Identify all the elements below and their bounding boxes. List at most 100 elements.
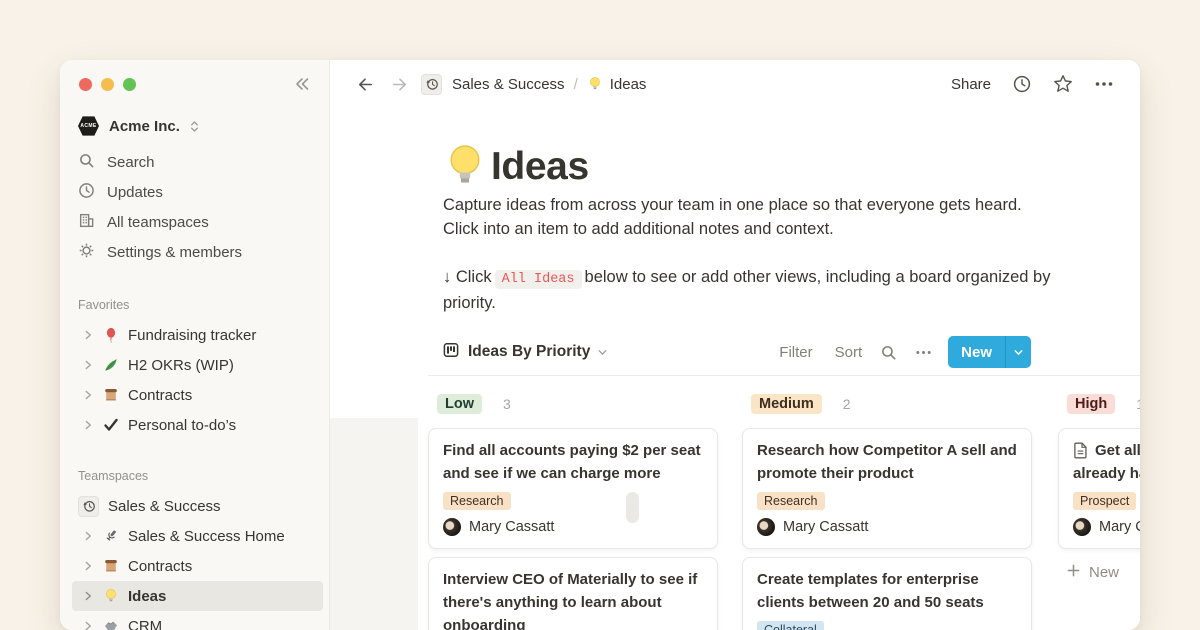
view-selector[interactable]: Ideas By Priority xyxy=(443,342,608,363)
collapse-sidebar-icon[interactable] xyxy=(291,74,311,98)
sidebar-item-ideas[interactable]: Ideas xyxy=(72,581,323,611)
page-title: Ideas xyxy=(491,144,589,190)
lightbulb-emoji xyxy=(102,588,120,604)
sidebar-item-crm[interactable]: CRM xyxy=(72,611,323,630)
avatar xyxy=(757,518,775,536)
sidebar-item-label: Personal to-do’s xyxy=(128,417,236,434)
sidebar-item-h2-okrs[interactable]: H2 OKRs (WIP) xyxy=(72,350,323,380)
add-new-card-button[interactable]: New xyxy=(1066,563,1140,582)
view-name[interactable]: Ideas By Priority xyxy=(468,343,590,361)
assignee-name: Mary Cassatt xyxy=(783,519,868,535)
sort-button[interactable]: Sort xyxy=(835,344,863,361)
page-callout: ↓ ClickAll Ideasbelow to see or add othe… xyxy=(443,266,1063,315)
card-find-all-accounts[interactable]: Find all accounts paying $2 per seat and… xyxy=(428,428,718,549)
card-title-line: Get all xyxy=(1095,439,1140,462)
card-assignee: Mary C xyxy=(1073,518,1140,536)
app-window: ACME Acme Inc. Search Updates All teamsp xyxy=(60,60,1140,630)
sidebar-item-label: Contracts xyxy=(128,558,192,575)
ellipsis-icon[interactable] xyxy=(1094,74,1114,94)
column-header-low[interactable]: Low 3 xyxy=(428,390,718,418)
forward-arrow-icon[interactable] xyxy=(390,75,409,94)
back-arrow-icon[interactable] xyxy=(356,75,375,94)
breadcrumb-teamspace[interactable]: Sales & Success xyxy=(452,76,565,93)
card-title: Research how Competitor A sell and promo… xyxy=(757,439,1017,485)
microphone-emoji xyxy=(102,528,120,544)
chevron-right-icon[interactable] xyxy=(82,531,94,541)
herb-emoji xyxy=(102,357,120,373)
column-badge-low[interactable]: Low xyxy=(437,394,482,414)
sidebar-item-label: All teamspaces xyxy=(107,214,209,231)
column-badge-high[interactable]: High xyxy=(1067,394,1115,414)
sidebar-item-contracts-favorite[interactable]: Contracts xyxy=(72,380,323,410)
sidebar-item-personal-todos[interactable]: Personal to-do’s xyxy=(72,410,323,440)
scroll-emoji xyxy=(102,387,120,403)
sidebar-item-fundraising-tracker[interactable]: Fundraising tracker xyxy=(72,320,323,350)
card-research-competitor[interactable]: Research how Competitor A sell and promo… xyxy=(742,428,1032,549)
card-interview-ceo[interactable]: Interview CEO of Materially to see if th… xyxy=(428,557,718,630)
sidebar-item-label: CRM xyxy=(128,618,162,630)
building-icon xyxy=(78,212,95,233)
card-assignee: Mary Cassatt xyxy=(443,518,703,536)
sidebar-item-label: Contracts xyxy=(128,387,192,404)
page-lightbulb-emoji[interactable] xyxy=(442,142,488,197)
chevron-right-icon[interactable] xyxy=(82,621,94,630)
card-title: Create templates for enterprise clients … xyxy=(757,568,1017,614)
sidebar-menu: Search Updates All teamspaces Settings &… xyxy=(60,147,329,267)
favorites-section-title[interactable]: Favorites xyxy=(78,295,329,315)
callout-prefix: ↓ Click xyxy=(443,268,492,286)
card-tag: Prospect xyxy=(1073,492,1136,510)
teamspaces-section-title[interactable]: Teamspaces xyxy=(78,466,329,486)
card-assignee: Mary Cassatt xyxy=(757,518,1017,536)
favorites-list: Fundraising tracker H2 OKRs (WIP) Contra… xyxy=(60,320,329,440)
clock-icon xyxy=(78,182,95,203)
column-cards: Research how Competitor A sell and promo… xyxy=(742,428,1032,630)
sidebar-item-contracts-teamspace[interactable]: Contracts xyxy=(72,551,323,581)
column-count: 3 xyxy=(503,396,511,412)
sidebar-item-label: Settings & members xyxy=(107,244,242,261)
breadcrumb-page[interactable]: Ideas xyxy=(610,76,647,93)
lightbulb-emoji xyxy=(587,76,603,92)
new-button-label[interactable]: New xyxy=(948,336,1005,368)
card-tag: Research xyxy=(757,492,825,510)
card-tag: Research xyxy=(443,492,511,510)
maximize-window-button[interactable] xyxy=(123,78,136,91)
sidebar-item-updates[interactable]: Updates xyxy=(60,177,329,207)
clock-icon[interactable] xyxy=(1012,74,1032,94)
card-tag: Collateral xyxy=(757,621,824,630)
sidebar-item-settings[interactable]: Settings & members xyxy=(60,237,329,267)
chevron-down-icon[interactable] xyxy=(1005,336,1031,368)
search-icon[interactable] xyxy=(880,344,897,361)
minimize-window-button[interactable] xyxy=(101,78,114,91)
sidebar-item-search[interactable]: Search xyxy=(60,147,329,177)
chevron-right-icon[interactable] xyxy=(82,561,94,571)
history-clock-icon[interactable] xyxy=(421,74,442,95)
workspace-logo: ACME xyxy=(78,116,99,137)
sidebar-item-sales-success-home[interactable]: Sales & Success Home xyxy=(72,521,323,551)
assignee-name: Mary Cassatt xyxy=(469,519,554,535)
column-badge-medium[interactable]: Medium xyxy=(751,394,822,414)
chevron-right-icon[interactable] xyxy=(82,591,94,601)
ellipsis-icon[interactable] xyxy=(915,344,932,361)
card-get-all[interactable]: Get all already ha Prospect Mary C xyxy=(1058,428,1140,549)
new-button[interactable]: New xyxy=(948,336,1031,368)
board-column-low: Low 3 Find all accounts paying $2 per se… xyxy=(428,390,718,630)
column-cards: Get all already ha Prospect Mary C xyxy=(1058,428,1140,549)
chevron-right-icon[interactable] xyxy=(82,390,94,400)
column-header-high[interactable]: High 1 xyxy=(1058,390,1140,418)
card-create-templates[interactable]: Create templates for enterprise clients … xyxy=(742,557,1032,630)
chevron-right-icon[interactable] xyxy=(82,360,94,370)
share-button[interactable]: Share xyxy=(951,76,991,93)
chevron-right-icon[interactable] xyxy=(82,330,94,340)
workspace-switcher[interactable]: ACME Acme Inc. xyxy=(72,110,321,142)
page-description: Capture ideas from across your team in o… xyxy=(443,194,1043,241)
sidebar-item-label: Ideas xyxy=(128,588,166,605)
sidebar-item-sales-and-success[interactable]: Sales & Success xyxy=(72,491,323,521)
column-header-medium[interactable]: Medium 2 xyxy=(742,390,1032,418)
sidebar-item-all-teamspaces[interactable]: All teamspaces xyxy=(60,207,329,237)
card-title: Find all accounts paying $2 per seat and… xyxy=(443,439,703,485)
star-icon[interactable] xyxy=(1053,74,1073,94)
chevron-right-icon[interactable] xyxy=(82,420,94,430)
filter-button[interactable]: Filter xyxy=(779,344,812,361)
close-window-button[interactable] xyxy=(79,78,92,91)
scrollbar-thumb[interactable] xyxy=(626,492,639,523)
